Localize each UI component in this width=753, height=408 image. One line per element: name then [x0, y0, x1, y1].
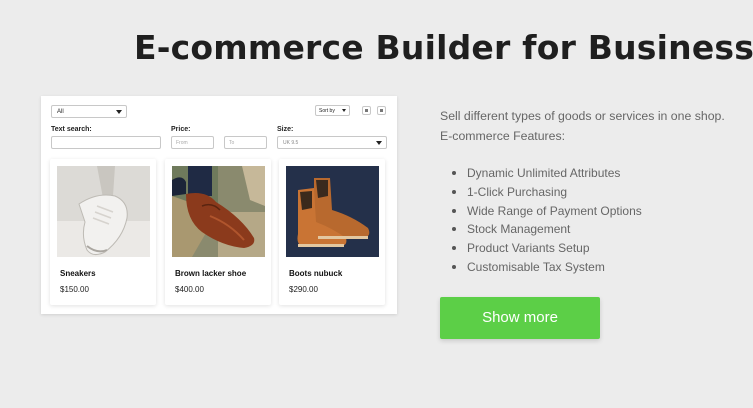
- feature-item: Product Variants Setup: [440, 239, 642, 258]
- sort-select-value: Sort by: [319, 108, 335, 114]
- product-card[interactable]: Brown lacker shoe $400.00: [165, 159, 271, 305]
- feature-item: 1-Click Purchasing: [440, 183, 642, 202]
- product-image-sneakers[interactable]: [57, 166, 150, 257]
- product-image-boots-nubuck[interactable]: [286, 166, 379, 257]
- chevron-down-icon: [376, 141, 382, 145]
- feature-item: Dynamic Unlimited Attributes: [440, 164, 642, 183]
- chevron-down-icon: [342, 109, 346, 112]
- description: Sell different types of goods or service…: [440, 106, 725, 146]
- sort-select[interactable]: Sort by: [315, 105, 350, 116]
- description-line: E-commerce Features:: [440, 129, 566, 143]
- product-name[interactable]: Brown lacker shoe: [175, 269, 246, 278]
- grid-view-icon: [365, 109, 368, 112]
- product-card[interactable]: Sneakers $150.00: [50, 159, 156, 305]
- list-view-icon: [380, 109, 383, 112]
- price-label: Price:: [171, 126, 191, 133]
- price-from-input[interactable]: From: [171, 136, 214, 149]
- price-to-placeholder: To: [229, 140, 235, 146]
- product-price: $290.00: [289, 285, 318, 294]
- product-price: $400.00: [175, 285, 204, 294]
- feature-item: Wide Range of Payment Options: [440, 202, 642, 221]
- chevron-down-icon: [116, 110, 122, 114]
- product-card[interactable]: Boots nubuck $290.00: [279, 159, 385, 305]
- product-price: $150.00: [60, 285, 89, 294]
- page-title: E-commerce Builder for Business: [134, 28, 753, 67]
- product-image-brown-lacker-shoe[interactable]: [172, 166, 265, 257]
- text-search-label: Text search:: [51, 126, 92, 133]
- features-list: Dynamic Unlimited Attributes 1-Click Pur…: [440, 164, 642, 277]
- product-name[interactable]: Sneakers: [60, 269, 96, 278]
- description-line: Sell different types of goods or service…: [440, 109, 725, 123]
- price-to-input[interactable]: To: [224, 136, 267, 149]
- price-from-placeholder: From: [176, 140, 188, 146]
- category-select-value: All: [57, 109, 64, 115]
- category-select[interactable]: All: [51, 105, 127, 118]
- size-select-value: UK 9.5: [283, 140, 299, 146]
- list-view-button[interactable]: [377, 106, 386, 115]
- size-label: Size:: [277, 126, 294, 133]
- product-name[interactable]: Boots nubuck: [289, 269, 342, 278]
- grid-view-button[interactable]: [362, 106, 371, 115]
- size-select[interactable]: UK 9.5: [277, 136, 387, 149]
- feature-item: Customisable Tax System: [440, 258, 642, 277]
- show-more-button[interactable]: Show more: [440, 297, 600, 339]
- feature-item: Stock Management: [440, 220, 642, 239]
- text-search-input[interactable]: [51, 136, 161, 149]
